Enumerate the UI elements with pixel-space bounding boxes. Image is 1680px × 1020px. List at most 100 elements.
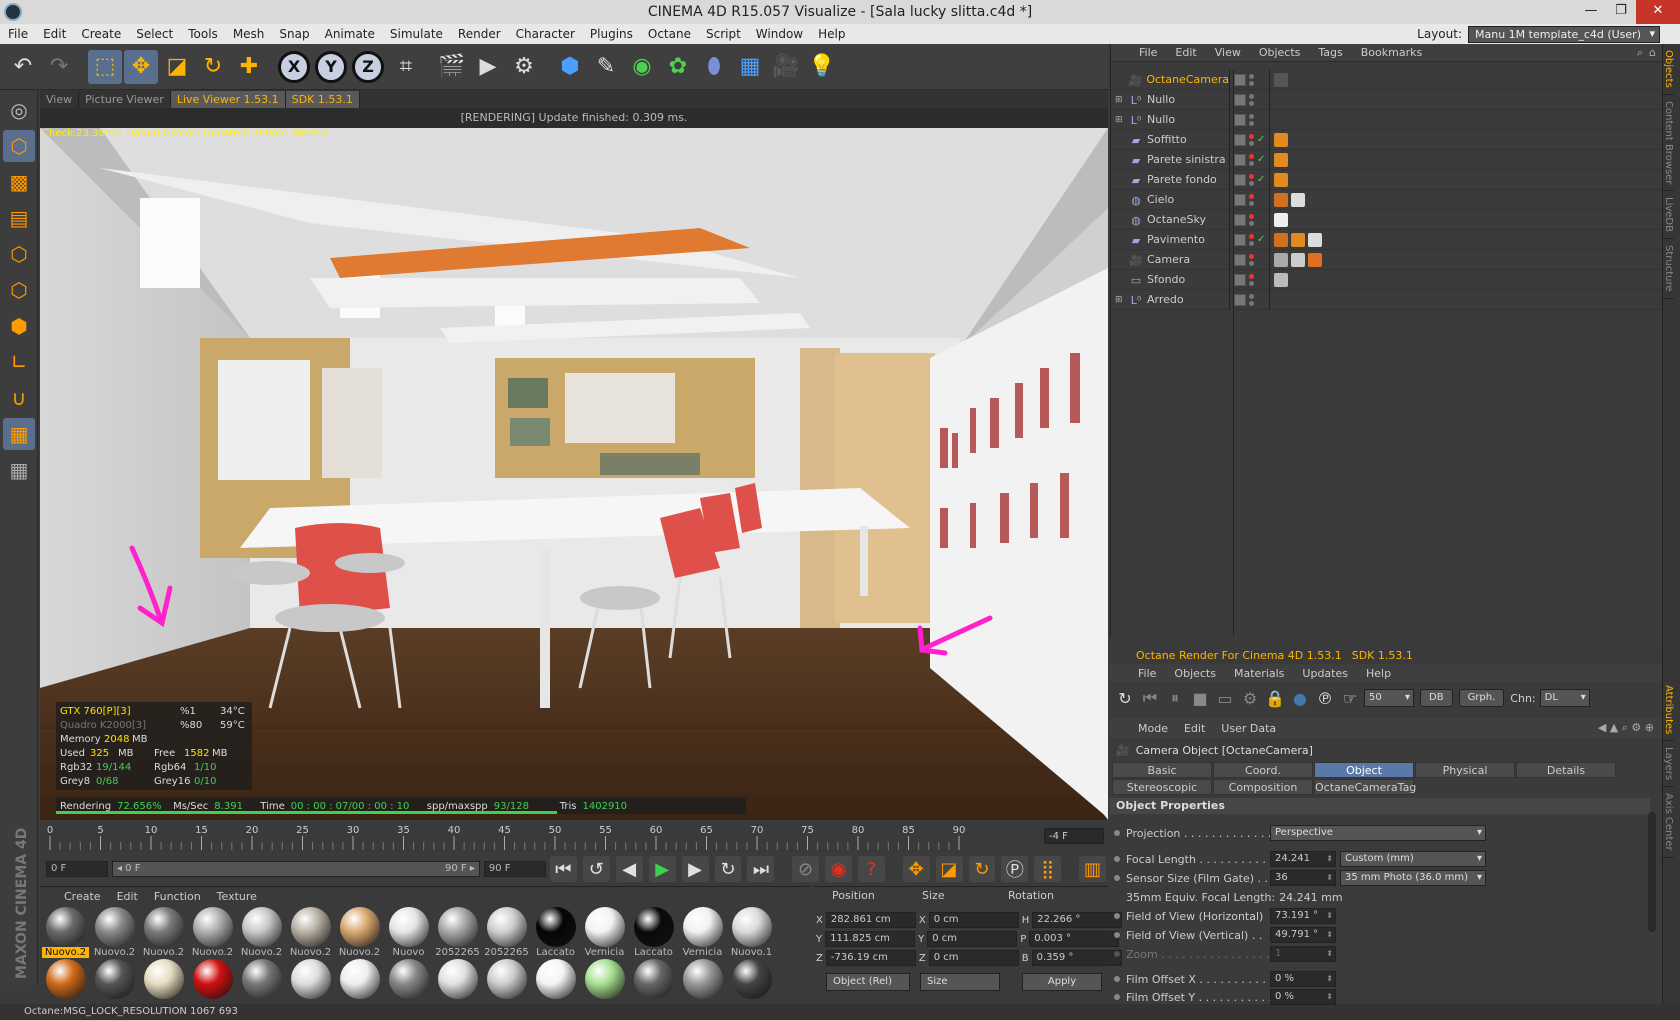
render-visibility-icon[interactable] [1249,220,1254,226]
layer-box-icon[interactable] [1234,153,1246,166]
coordinate-system-icon[interactable]: ⌗ [389,50,423,84]
obj-menu-file[interactable]: File [1139,46,1157,59]
sensor-preset-select[interactable]: 35 mm Photo (36.0 mm) [1340,870,1486,886]
render-visibility-icon[interactable] [1249,300,1254,306]
z-axis-icon[interactable]: Z [352,50,384,83]
attr-tab-object[interactable]: Object [1314,762,1414,778]
menu-tools[interactable]: Tools [188,27,218,41]
editor-visibility-icon[interactable] [1249,233,1254,239]
tag-icon[interactable] [1274,152,1288,167]
material-swatch[interactable]: Nuovo.2 [238,907,285,959]
menu-animate[interactable]: Animate [325,27,375,41]
material-swatch[interactable] [189,959,236,1005]
attr-tab-composition[interactable]: Composition [1213,779,1313,795]
material-swatch[interactable]: 2052265 [483,907,530,959]
next-key-icon[interactable]: ↻ [714,856,742,882]
render-visibility-icon[interactable] [1249,80,1254,86]
fov-horizontal-field[interactable]: 73.191 ° [1270,908,1336,924]
editor-visibility-icon[interactable] [1249,93,1254,99]
side-tab-livedb[interactable]: LiveDB [1663,191,1674,240]
tag-icon[interactable] [1308,252,1322,267]
pause-render-icon[interactable]: ⏸ [1164,686,1186,710]
object-name[interactable]: Nullo [1147,113,1175,126]
render-view-icon[interactable]: 🎬 [435,50,469,84]
camera-tool-icon[interactable]: 🎥 [769,50,803,84]
render-visibility-icon[interactable] [1249,100,1254,106]
db-button[interactable]: DB [1420,689,1453,707]
material-swatch[interactable]: Nuovo [385,907,432,959]
focal-length-unit-select[interactable]: Custom (mm) [1340,851,1486,867]
material-swatch[interactable] [630,959,677,1005]
attr-menu-mode[interactable]: Mode [1138,722,1168,735]
layer-box-icon[interactable] [1234,233,1246,246]
object-row[interactable]: 🎥 OctaneCamera [1111,69,1663,90]
minimize-button[interactable]: — [1576,0,1606,24]
start-frame-field[interactable]: 0 F [46,861,108,877]
oct-menu-file[interactable]: File [1138,667,1156,680]
attr-tab-stereoscopic[interactable]: Stereoscopic [1112,779,1212,795]
make-editable-icon[interactable]: ◎ [3,94,35,126]
stop-render-icon[interactable]: ■ [1189,686,1211,710]
tag-icon[interactable] [1274,72,1288,87]
editor-visibility-icon[interactable] [1249,293,1254,299]
object-name[interactable]: OctaneSky [1147,213,1206,226]
size-z-field[interactable]: 0 cm [928,950,1019,966]
expand-toggle[interactable]: ⊞ [1115,95,1125,105]
menu-plugins[interactable]: Plugins [590,27,633,41]
object-row[interactable]: ▰ Parete sinistra ✓ [1111,149,1663,170]
tag-icon[interactable] [1291,192,1305,207]
layer-box-icon[interactable] [1234,293,1246,306]
light-icon[interactable]: 💡 [805,50,839,84]
keyframe-selection-icon[interactable]: ? [857,856,885,882]
editor-visibility-icon[interactable] [1249,193,1254,199]
object-name[interactable]: Camera [1147,253,1190,266]
object-row[interactable]: ▰ Soffitto ✓ [1111,129,1663,150]
object-row[interactable]: ▭ Sfondo [1111,269,1663,290]
expand-toggle[interactable]: ⊞ [1115,295,1125,305]
render-visibility-icon[interactable] [1249,140,1254,146]
previous-key-icon[interactable]: ↺ [582,856,610,882]
enabled-check-icon[interactable]: ✓ [1257,174,1265,185]
editor-visibility-icon[interactable] [1249,113,1254,119]
material-swatch[interactable]: 2052265 [434,907,481,959]
render-settings-icon[interactable]: ⚙ [507,50,541,84]
key-scale-icon[interactable]: ◪ [935,856,963,882]
object-name[interactable]: Soffitto [1147,133,1187,146]
close-button[interactable]: ✕ [1636,0,1680,24]
render-visibility-icon[interactable] [1249,180,1254,186]
film-offset-x-field[interactable]: 0 % [1270,971,1336,987]
tab-live-viewer[interactable]: Live Viewer 1.53.1 [170,90,286,108]
menu-mesh[interactable]: Mesh [233,27,265,41]
layer-box-icon[interactable] [1234,73,1246,86]
object-name[interactable]: Sfondo [1147,273,1185,286]
enabled-check-icon[interactable]: ✓ [1257,154,1265,165]
mat-menu-function[interactable]: Function [154,890,201,903]
points-mode-icon[interactable]: ⬡ [3,238,35,270]
tag-icon[interactable] [1291,232,1305,247]
object-row[interactable]: 🎥 Camera [1111,249,1663,270]
attr-tab-physical[interactable]: Physical [1415,762,1515,778]
object-name[interactable]: Arredo [1147,293,1184,306]
material-swatch[interactable] [238,959,285,1005]
projection-select[interactable]: Perspective [1270,825,1486,841]
side-tab-content-browser[interactable]: Content Browser [1663,95,1674,192]
material-swatch[interactable] [287,959,334,1005]
object-row[interactable]: ⊞ L⁰ Arredo [1111,289,1663,310]
attr-menu-edit[interactable]: Edit [1184,722,1205,735]
go-to-start-icon[interactable]: ⏮ [549,856,577,882]
editor-visibility-icon[interactable] [1249,153,1254,159]
object-name[interactable]: OctaneCamera [1146,73,1229,86]
layer-box-icon[interactable] [1234,193,1246,206]
side-tab-axis-center[interactable]: Axis Center [1663,787,1674,858]
attr-tab-basic[interactable]: Basic [1112,762,1212,778]
material-swatch[interactable] [679,959,726,1005]
menu-simulate[interactable]: Simulate [390,27,443,41]
side-tab-objects[interactable]: Objects [1663,44,1674,95]
tag-icon[interactable] [1274,172,1288,187]
undo-icon[interactable]: ↶ [6,50,40,84]
object-name[interactable]: Nullo [1147,93,1175,106]
oct-menu-materials[interactable]: Materials [1234,667,1284,680]
oct-menu-help[interactable]: Help [1366,667,1391,680]
attr-menu-user-data[interactable]: User Data [1221,722,1276,735]
tag-icon[interactable] [1274,132,1288,147]
